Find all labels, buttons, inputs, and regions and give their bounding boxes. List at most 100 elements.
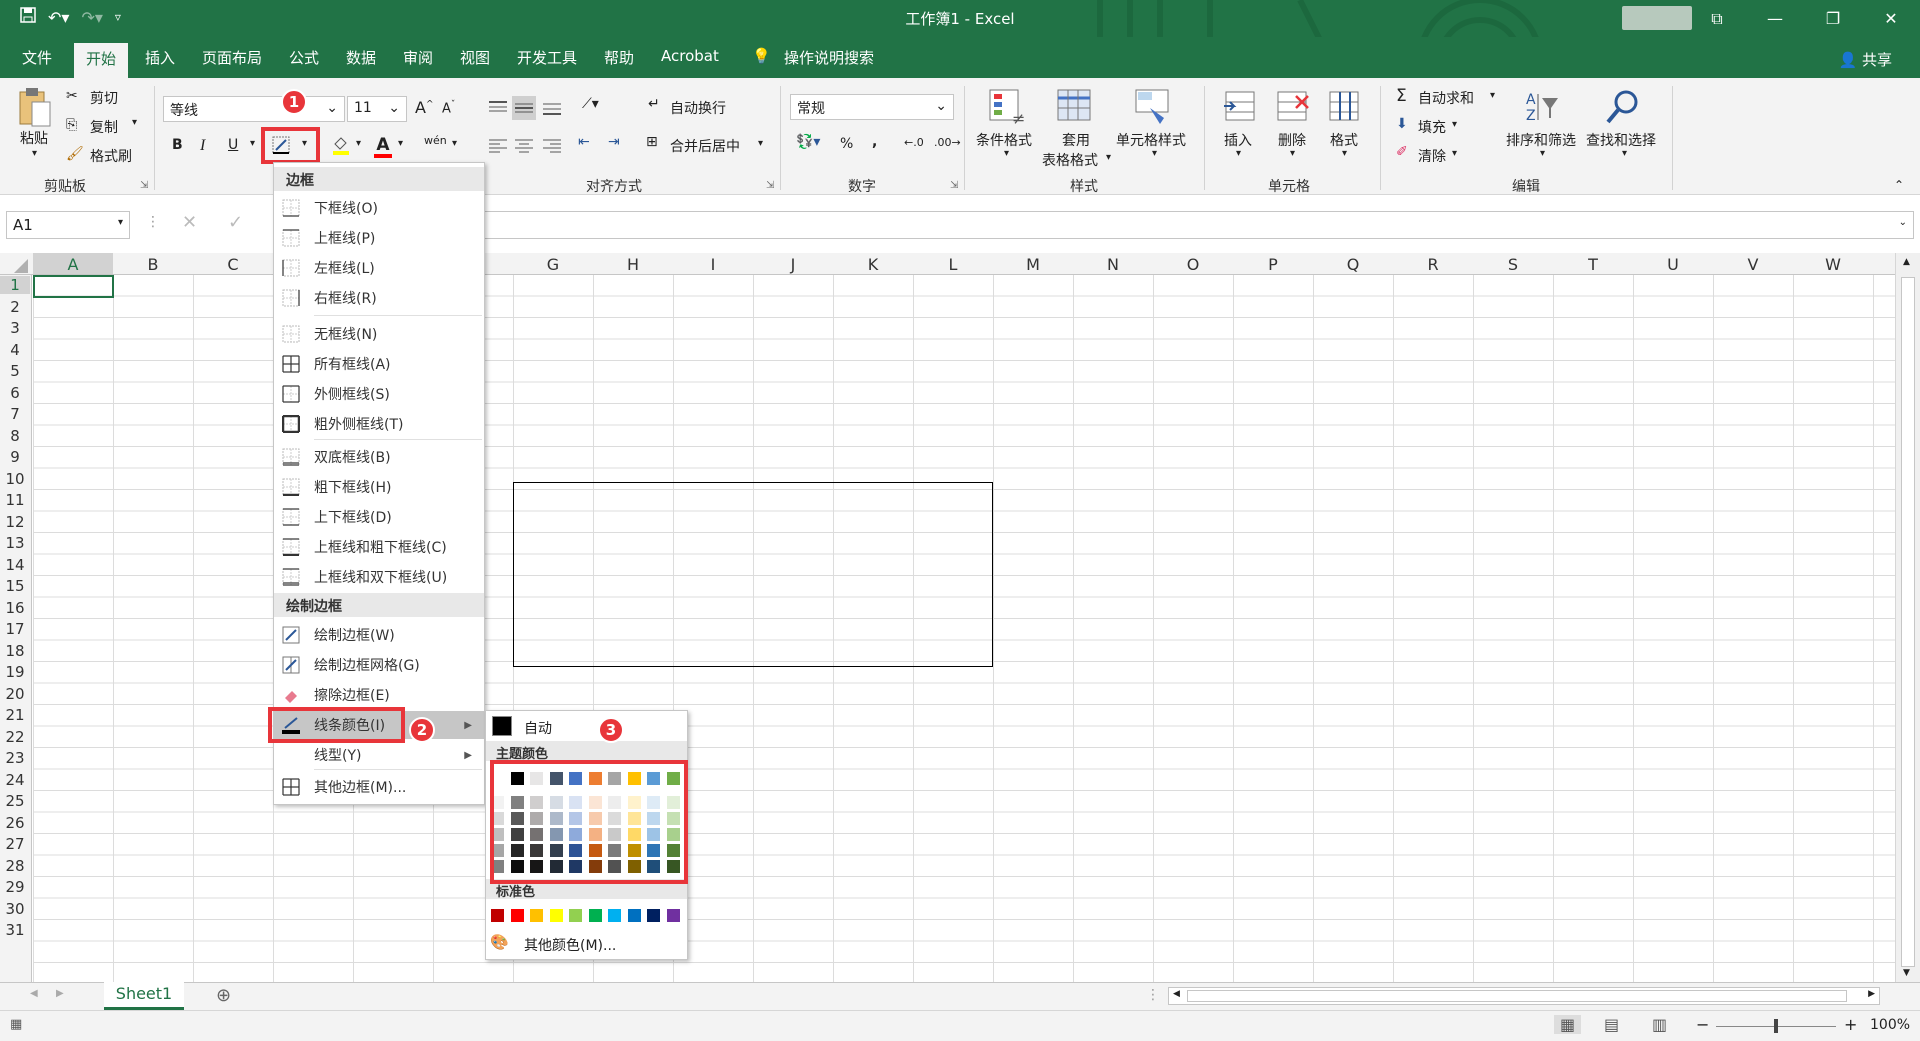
standard-color-swatch[interactable] bbox=[647, 909, 660, 922]
row-header[interactable]: 17 bbox=[0, 620, 30, 638]
align-left-icon[interactable] bbox=[488, 136, 508, 156]
border-option-topthick[interactable]: 上框线和粗下框线(C) bbox=[274, 533, 484, 561]
collapse-ribbon-icon[interactable]: ⌃ bbox=[1894, 178, 1904, 192]
border-option-right[interactable]: 右框线(R) bbox=[274, 284, 484, 312]
column-header[interactable]: J bbox=[753, 255, 833, 274]
format-as-table-label-1[interactable]: 套用 bbox=[1062, 130, 1090, 150]
sort-filter-icon[interactable]: AZ bbox=[1524, 88, 1564, 128]
sort-filter-button[interactable]: 排序和筛选 bbox=[1506, 130, 1576, 150]
percent-button[interactable]: % bbox=[840, 136, 853, 152]
column-header[interactable]: G bbox=[513, 255, 593, 274]
row-header[interactable]: 24 bbox=[0, 771, 30, 789]
clear-button[interactable]: 清除 bbox=[1418, 146, 1446, 166]
font-name-box[interactable]: 等线 ⌄ bbox=[163, 96, 345, 122]
increase-decimal-icon[interactable]: ←.0 bbox=[904, 136, 924, 149]
row-header[interactable]: 11 bbox=[0, 491, 30, 509]
fill-color-icon[interactable] bbox=[330, 134, 352, 156]
name-box[interactable]: A1 ▾ bbox=[6, 211, 130, 239]
row-header[interactable]: 18 bbox=[0, 642, 30, 660]
font-color-icon[interactable]: A bbox=[372, 132, 394, 158]
orientation-icon[interactable]: ⟋▾ bbox=[582, 96, 599, 112]
next-sheet-icon[interactable]: ▶ bbox=[56, 988, 64, 999]
prev-sheet-icon[interactable]: ◀ bbox=[30, 988, 38, 999]
border-option-bottom[interactable]: 下框线(O) bbox=[274, 194, 484, 222]
row-header[interactable]: 31 bbox=[0, 921, 30, 939]
border-option-dbl[interactable]: 双底框线(B) bbox=[274, 443, 484, 471]
decrease-decimal-icon[interactable]: .00→ bbox=[934, 136, 961, 149]
row-header[interactable]: 30 bbox=[0, 900, 30, 918]
restore-icon[interactable]: ❐ bbox=[1804, 0, 1862, 37]
column-header[interactable]: R bbox=[1393, 255, 1473, 274]
wrap-text-icon[interactable]: ↵ bbox=[648, 96, 660, 112]
row-header[interactable]: 12 bbox=[0, 513, 30, 531]
shrink-font-button[interactable]: Aˇ bbox=[442, 100, 455, 116]
formula-input[interactable]: ⌄ bbox=[484, 211, 1914, 239]
cell-styles-icon[interactable] bbox=[1134, 88, 1174, 128]
clear-dropdown-icon[interactable]: ▾ bbox=[1452, 148, 1457, 159]
align-center-icon[interactable] bbox=[514, 136, 534, 156]
column-header[interactable]: P bbox=[1233, 255, 1313, 274]
insert-cells-button[interactable]: 插入 bbox=[1224, 130, 1252, 150]
bottom-align-icon[interactable] bbox=[542, 98, 562, 118]
cut-button[interactable]: 剪切 bbox=[90, 88, 118, 108]
align-right-icon[interactable] bbox=[542, 136, 562, 156]
border-option-all[interactable]: 所有框线(A) bbox=[274, 350, 484, 378]
format-painter-button[interactable]: 格式刷 bbox=[90, 146, 132, 166]
cancel-formula-icon[interactable]: ✕ bbox=[182, 212, 197, 233]
column-header[interactable]: C bbox=[193, 255, 273, 274]
copy-button[interactable]: 复制 bbox=[90, 117, 118, 137]
number-launcher-icon[interactable]: ⇲ bbox=[950, 180, 958, 191]
tab-formulas[interactable]: 公式 bbox=[289, 47, 319, 68]
row-header[interactable]: 21 bbox=[0, 706, 30, 724]
tab-data[interactable]: 数据 bbox=[346, 47, 376, 68]
row-header[interactable]: 25 bbox=[0, 792, 30, 810]
standard-color-swatch[interactable] bbox=[569, 909, 582, 922]
increase-indent-icon[interactable]: ⇥ bbox=[608, 134, 620, 150]
column-header[interactable]: W bbox=[1793, 255, 1873, 274]
underline-button[interactable]: U bbox=[228, 137, 238, 153]
row-header[interactable]: 2 bbox=[0, 298, 30, 316]
standard-color-swatch[interactable] bbox=[491, 909, 504, 922]
cell-styles-dropdown-icon[interactable]: ▾ bbox=[1152, 148, 1157, 159]
copy-icon[interactable]: ⎘ bbox=[66, 117, 77, 133]
row-header[interactable]: 7 bbox=[0, 405, 30, 423]
fill-color-dropdown-icon[interactable]: ▾ bbox=[356, 138, 361, 149]
font-color-dropdown-icon[interactable]: ▾ bbox=[398, 138, 403, 149]
column-header[interactable]: B bbox=[113, 255, 193, 274]
column-header[interactable]: N bbox=[1073, 255, 1153, 274]
find-dropdown-icon[interactable]: ▾ bbox=[1622, 148, 1627, 159]
h-scroll-thumb[interactable] bbox=[1187, 990, 1847, 1002]
conditional-format-icon[interactable]: ≠ bbox=[988, 88, 1028, 128]
phonetic-guide-icon[interactable]: wén bbox=[424, 134, 447, 147]
row-header[interactable]: 9 bbox=[0, 448, 30, 466]
tab-acrobat[interactable]: Acrobat bbox=[661, 47, 719, 65]
alignment-launcher-icon[interactable]: ⇲ bbox=[766, 180, 774, 191]
add-sheet-icon[interactable]: ⊕ bbox=[216, 985, 231, 1006]
table-format-dropdown-icon[interactable]: ▾ bbox=[1106, 152, 1111, 163]
row-header[interactable]: 19 bbox=[0, 663, 30, 681]
format-as-table-icon[interactable] bbox=[1056, 88, 1096, 128]
delete-dropdown-icon[interactable]: ▾ bbox=[1290, 148, 1295, 159]
sort-dropdown-icon[interactable]: ▾ bbox=[1540, 148, 1545, 159]
row-header[interactable]: 26 bbox=[0, 814, 30, 832]
phonetic-dropdown-icon[interactable]: ▾ bbox=[452, 138, 457, 149]
tell-me-search[interactable]: 操作说明搜索 bbox=[784, 47, 874, 68]
top-align-icon[interactable] bbox=[488, 98, 508, 118]
tab-review[interactable]: 审阅 bbox=[403, 47, 433, 68]
page-layout-view-icon[interactable]: ▤ bbox=[1604, 1015, 1619, 1034]
row-header[interactable]: 5 bbox=[0, 362, 30, 380]
wrap-text-button[interactable]: 自动换行 bbox=[670, 98, 726, 118]
row-header[interactable]: 16 bbox=[0, 599, 30, 617]
zoom-out-icon[interactable]: − bbox=[1696, 1015, 1709, 1034]
autosum-dropdown-icon[interactable]: ▾ bbox=[1490, 90, 1495, 101]
border-option-left[interactable]: 左框线(L) bbox=[274, 254, 484, 282]
cell-styles-button[interactable]: 单元格样式 bbox=[1116, 130, 1186, 150]
autosum-icon[interactable]: Σ bbox=[1396, 86, 1407, 106]
comma-button[interactable]: , bbox=[872, 134, 877, 150]
grow-font-button[interactable]: A^ bbox=[415, 98, 434, 117]
accounting-format-icon[interactable]: 💱▾ bbox=[796, 134, 820, 150]
standard-color-swatch[interactable] bbox=[666, 909, 680, 922]
cut-icon[interactable]: ✂ bbox=[66, 88, 78, 104]
merge-dropdown-icon[interactable]: ▾ bbox=[758, 138, 763, 149]
delete-cells-button[interactable]: 删除 bbox=[1278, 130, 1306, 150]
